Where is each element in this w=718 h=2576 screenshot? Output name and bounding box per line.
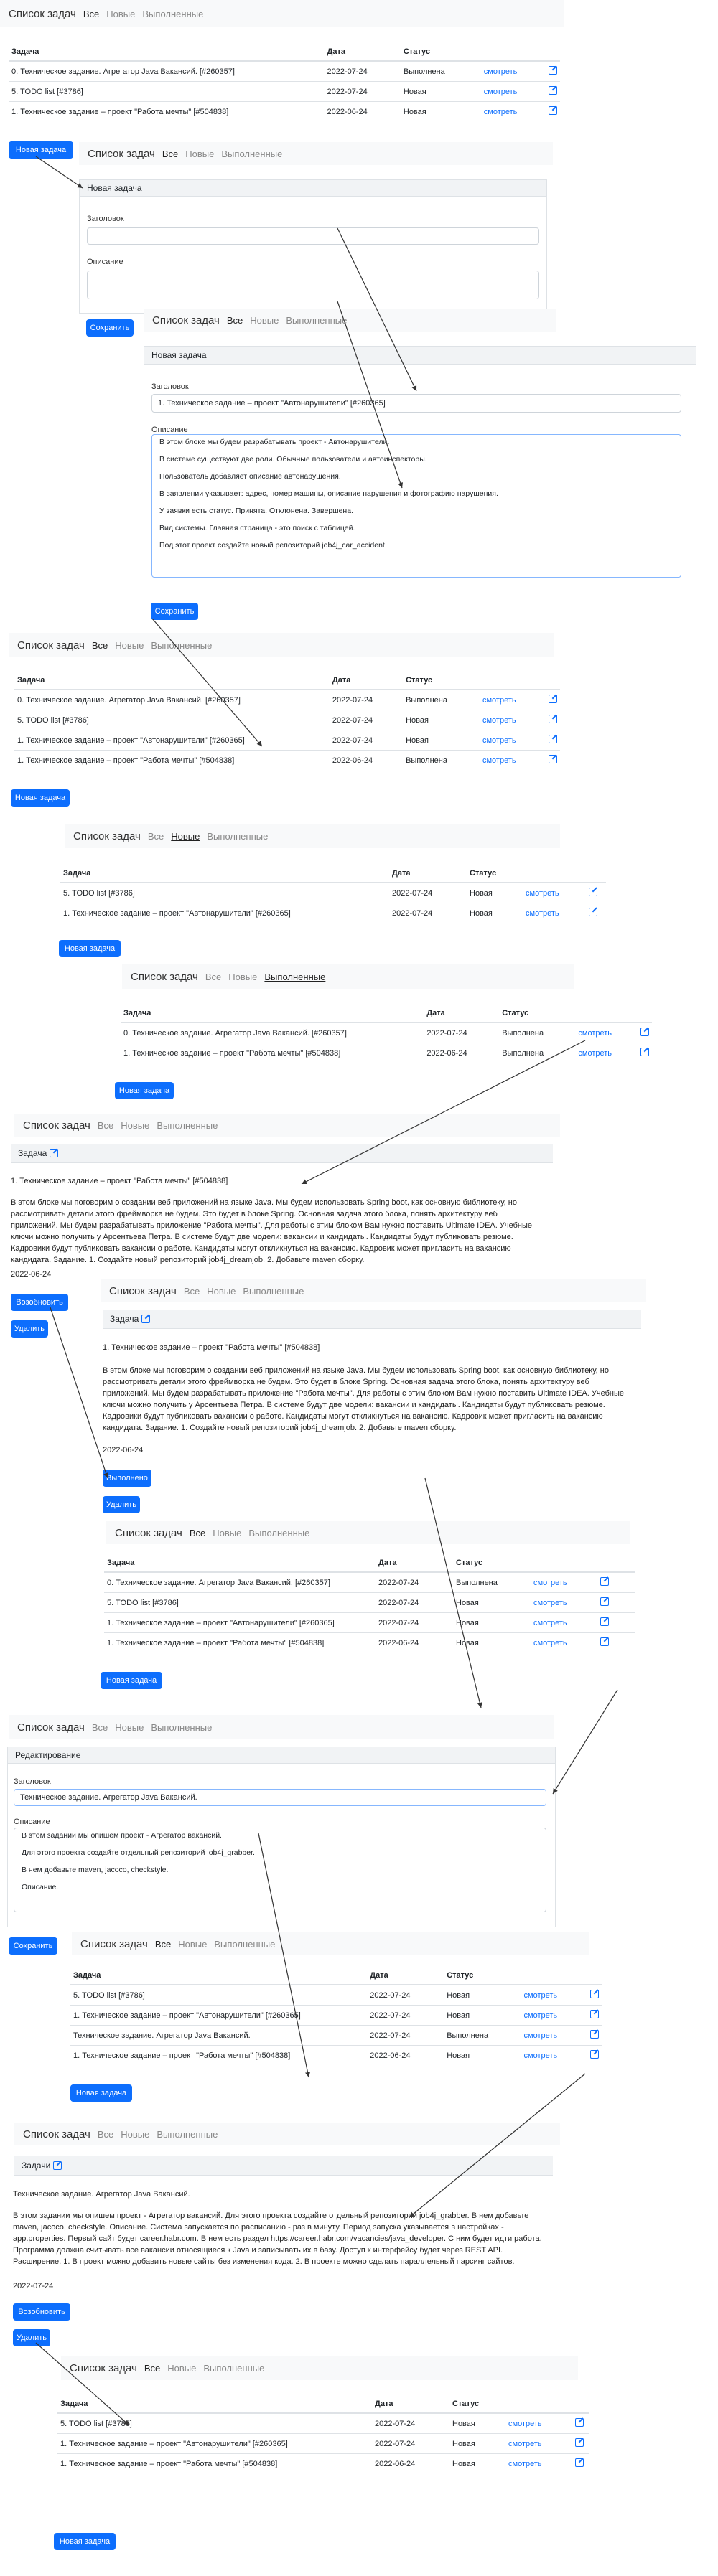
flow-arrows bbox=[35, 156, 618, 2426]
